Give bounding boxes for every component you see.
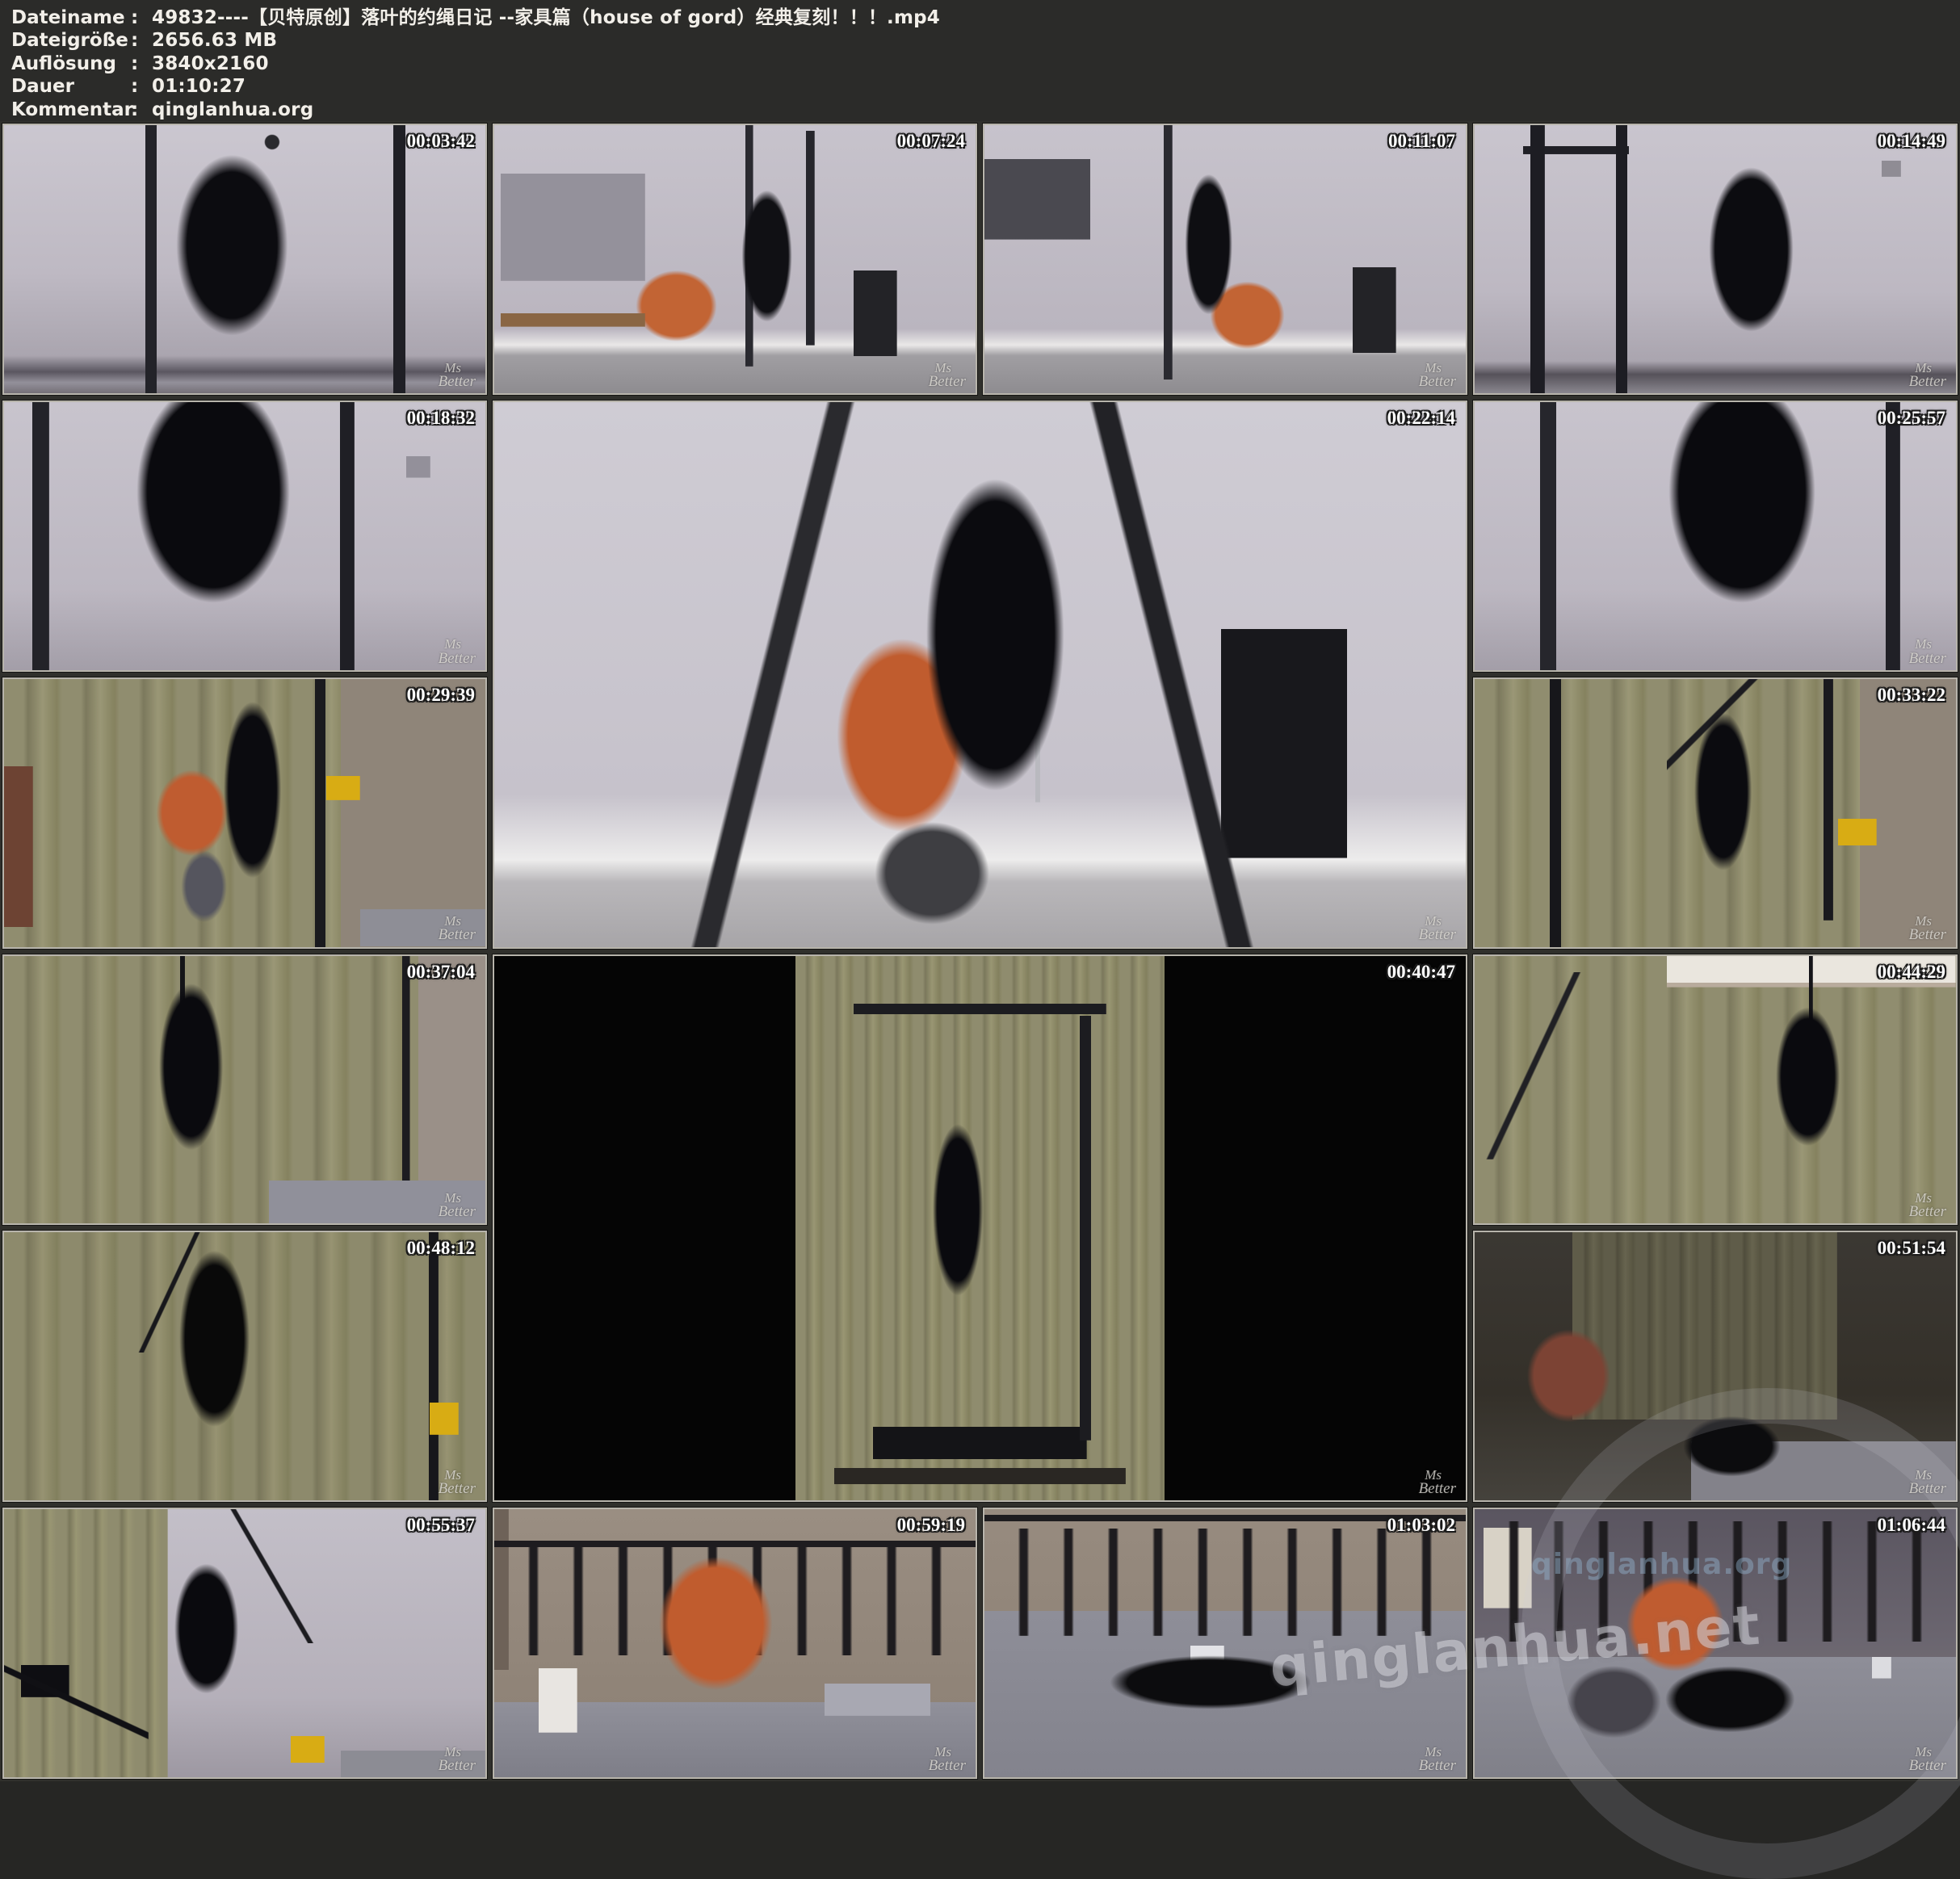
watermark-line2: Better [1909, 1759, 1946, 1773]
video-thumbnail: 00:48:12 MsBetter [2, 1231, 487, 1502]
watermark-line2: Better [1909, 1205, 1946, 1219]
timestamp-label: 00:22:14 [1387, 408, 1455, 429]
duration-value: 01:10:27 [152, 76, 246, 97]
comment-value: qinglanhua.org [152, 99, 313, 120]
better-watermark-logo: MsBetter [1909, 1469, 1946, 1496]
watermark-line2: Better [929, 375, 966, 389]
resolution-value: 3840x2160 [152, 53, 269, 74]
better-watermark-logo: MsBetter [439, 1192, 476, 1219]
timestamp-label: 00:51:54 [1878, 1238, 1945, 1259]
better-watermark-logo: MsBetter [1909, 638, 1946, 665]
better-watermark-logo: MsBetter [439, 1469, 476, 1496]
field-separator: : [131, 52, 152, 75]
header-row-duration: Dauer:01:10:27 [11, 75, 1960, 98]
watermark-line2: Better [929, 1759, 966, 1773]
timestamp-label: 01:03:02 [1387, 1515, 1455, 1536]
better-watermark-logo: MsBetter [1419, 1746, 1456, 1773]
timestamp-label: 00:33:22 [1878, 685, 1945, 706]
timestamp-label: 00:11:07 [1388, 131, 1455, 152]
watermark-line2: Better [1909, 928, 1946, 942]
timestamp-label: 00:14:49 [1878, 131, 1945, 152]
filesize-value: 2656.63 MB [152, 30, 277, 51]
better-watermark-logo: MsBetter [1419, 362, 1456, 389]
field-separator: : [131, 6, 152, 29]
watermark-line2: Better [439, 375, 476, 389]
video-thumbnail: 00:44:29 MsBetter [1473, 954, 1958, 1226]
field-separator: : [131, 29, 152, 52]
timestamp-label: 00:55:37 [407, 1515, 475, 1536]
watermark-line2: Better [1419, 1482, 1456, 1496]
field-label: Dateigröße [11, 29, 131, 52]
watermark-line2: Better [439, 652, 476, 666]
better-watermark-logo: MsBetter [439, 915, 476, 942]
filename-value: 49832----【贝特原创】落叶的约绳日记 --家具篇（house of go… [152, 7, 940, 28]
field-separator: : [131, 99, 152, 121]
watermark-line2: Better [1909, 1482, 1946, 1496]
watermark-line2: Better [439, 928, 476, 942]
better-watermark-logo: MsBetter [1909, 1192, 1946, 1219]
watermark-line2: Better [1909, 652, 1946, 666]
better-watermark-logo: MsBetter [1909, 915, 1946, 942]
file-info-header: Dateiname:49832----【贝特原创】落叶的约绳日记 --家具篇（h… [0, 0, 1960, 121]
video-thumbnail: 00:11:07 MsBetter [983, 124, 1467, 395]
watermark-line2: Better [439, 1205, 476, 1219]
better-watermark-logo: MsBetter [439, 362, 476, 389]
watermark-line2: Better [1419, 928, 1456, 942]
video-thumbnail: 00:59:19 MsBetter [493, 1508, 977, 1779]
field-label: Dauer [11, 75, 131, 98]
watermark-line2: Better [439, 1759, 476, 1773]
header-row-resolution: Auflösung:3840x2160 [11, 52, 1960, 75]
watermark-line2: Better [1419, 1759, 1456, 1773]
video-thumbnail: 00:03:42 MsBetter [2, 124, 487, 395]
timestamp-label: 00:48:12 [407, 1238, 475, 1259]
timestamp-label: 00:40:47 [1387, 962, 1455, 983]
watermark-line2: Better [439, 1482, 476, 1496]
better-watermark-logo: MsBetter [439, 1746, 476, 1773]
video-thumbnail: 00:29:39 MsBetter [2, 677, 487, 949]
better-watermark-logo: MsBetter [1419, 915, 1456, 942]
timestamp-label: 01:06:44 [1878, 1515, 1945, 1536]
video-thumbnail: 01:06:44MsBetterqinglanhua.orgqinglanhua… [1473, 1508, 1958, 1779]
better-watermark-logo: MsBetter [929, 362, 966, 389]
better-watermark-logo: MsBetter [1419, 1469, 1456, 1496]
timestamp-label: 00:07:24 [897, 131, 965, 152]
video-thumbnail: 00:22:14 MsBetter [493, 401, 1467, 949]
timestamp-label: 00:03:42 [407, 131, 475, 152]
timestamp-label: 00:59:19 [897, 1515, 965, 1536]
video-thumbnail: 00:18:32 MsBetter [2, 401, 487, 672]
header-row-filesize: Dateigröße:2656.63 MB [11, 29, 1960, 52]
field-label: Dateiname [11, 6, 131, 29]
site-watermark-org: qinglanhua.org [1531, 1548, 1792, 1581]
video-thumbnail: 00:40:47 MsBetter [493, 954, 1467, 1503]
timestamp-label: 00:18:32 [407, 408, 475, 429]
watermark-line2: Better [1419, 375, 1456, 389]
video-thumbnail: 00:55:37 MsBetter [2, 1508, 487, 1779]
header-row-filename: Dateiname:49832----【贝特原创】落叶的约绳日记 --家具篇（h… [11, 6, 1960, 29]
video-thumbnail: 00:14:49 MsBetter [1473, 124, 1958, 395]
video-thumbnail: 00:07:24 MsBetter [493, 124, 977, 395]
field-separator: : [131, 75, 152, 98]
header-row-comment: Kommentar:qinglanhua.org [11, 99, 1960, 121]
timestamp-label: 00:44:29 [1878, 962, 1945, 983]
video-thumbnail: 00:37:04 MsBetter [2, 954, 487, 1226]
field-label: Auflösung [11, 52, 131, 75]
video-thumbnail: 00:25:57 MsBetter [1473, 401, 1958, 672]
better-watermark-logo: MsBetter [1909, 362, 1946, 389]
timestamp-label: 00:25:57 [1878, 408, 1945, 429]
thumbnail-grid: 00:03:42MsBetter00:07:24MsBetter00:11:07… [0, 121, 1960, 1781]
better-watermark-logo: MsBetter [1909, 1746, 1946, 1773]
better-watermark-logo: MsBetter [439, 638, 476, 665]
timestamp-label: 00:29:39 [407, 685, 475, 706]
timestamp-label: 00:37:04 [407, 962, 475, 983]
video-thumbnail: 00:33:22 MsBetter [1473, 677, 1958, 949]
better-watermark-logo: MsBetter [929, 1746, 966, 1773]
field-label: Kommentar [11, 99, 131, 121]
watermark-line2: Better [1909, 375, 1946, 389]
